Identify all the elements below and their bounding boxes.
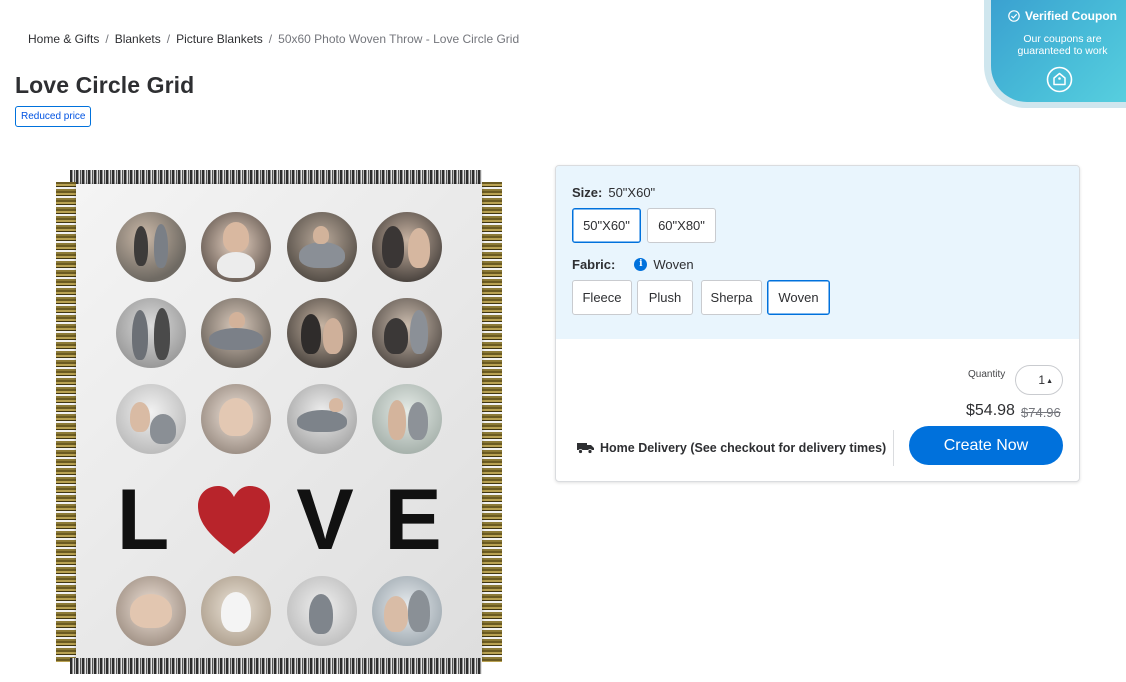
divider (893, 430, 894, 466)
info-icon[interactable]: i (634, 258, 648, 271)
quantity-stepper[interactable]: 1▲ (1015, 365, 1063, 395)
size-option-50x60[interactable]: 50"X60" (572, 208, 641, 243)
love-letter-e: E (384, 472, 442, 568)
photo-row (116, 212, 442, 282)
love-letter-v: V (296, 472, 354, 568)
caret-up-icon: ▲ (1046, 378, 1053, 385)
family-photo-circle (201, 298, 272, 368)
fabric-label: Fabric: (572, 257, 616, 272)
coupon-tag-icon (1046, 66, 1073, 93)
breadcrumb-item-home-gifts[interactable]: Home & Gifts (28, 32, 99, 46)
family-photo-circle (201, 576, 272, 646)
family-photo-circle (116, 212, 186, 282)
breadcrumb-separator: / (268, 32, 273, 46)
blanket-fringe-bottom (70, 658, 482, 674)
breadcrumb-separator: / (166, 32, 171, 46)
product-config-panel: Size: 50"X60" 50"X60" 60"X80" Fabric: i W… (555, 165, 1080, 482)
photo-row (116, 384, 442, 454)
family-photo-circle (116, 298, 186, 368)
reduced-price-badge: Reduced price (15, 106, 92, 127)
fabric-option-sherpa[interactable]: Sherpa (701, 280, 762, 315)
size-option-60x80[interactable]: 60"X80" (647, 208, 716, 243)
fabric-option-woven[interactable]: Woven (767, 280, 830, 315)
create-now-button[interactable]: Create Now (909, 426, 1063, 465)
family-photo-circle (201, 384, 272, 454)
breadcrumb-current: 50x60 Photo Woven Throw - Love Circle Gr… (278, 32, 520, 46)
family-photo-circle (371, 212, 442, 282)
family-photo-circle (286, 384, 357, 454)
love-word: L V E (108, 472, 448, 568)
photo-row (116, 576, 442, 646)
breadcrumb: Home & Gifts / Blankets / Picture Blankets / 5… (28, 32, 519, 46)
truck-icon (577, 443, 594, 454)
family-photo-circle (371, 298, 442, 368)
fabric-label-row: Fabric: i Woven (572, 257, 694, 272)
size-selected-value: 50"X60" (608, 185, 656, 200)
delivery-text: Home Delivery (See checkout for delivery… (600, 441, 887, 455)
family-photo-circle (116, 576, 186, 646)
family-photo-circle (116, 384, 186, 454)
quantity-value: 1 (1038, 373, 1046, 387)
family-photo-circle (201, 212, 272, 282)
coupon-title-row: Verified Coupon (991, 9, 1126, 23)
blanket-fringe-right (482, 182, 502, 662)
coupon-subtitle: Our coupons are guaranteed to work (1017, 33, 1108, 57)
coupon-title: Verified Coupon (1024, 9, 1117, 23)
photo-row (116, 298, 442, 368)
size-label: Size: (572, 185, 603, 200)
heart-icon (198, 486, 270, 554)
original-price: $74.96 (1021, 405, 1061, 420)
breadcrumb-separator: / (105, 32, 109, 46)
blanket-fringe-left (56, 182, 76, 662)
check-circle-icon (1008, 10, 1020, 22)
coupon-panel: Verified Coupon Our coupons are guarante… (991, 0, 1126, 102)
family-photo-circle (286, 576, 357, 646)
breadcrumb-item-picture-blankets[interactable]: Picture Blankets (176, 32, 263, 46)
current-price: $54.98 (966, 402, 1015, 419)
fabric-selected-value: Woven (653, 257, 694, 272)
fabric-option-plush[interactable]: Plush (637, 280, 693, 315)
verified-coupon-badge[interactable]: Verified Coupon Our coupons are guarante… (984, 0, 1126, 108)
breadcrumb-item-blankets[interactable]: Blankets (115, 32, 161, 46)
home-delivery-info: Home Delivery (See checkout for delivery… (577, 441, 886, 455)
quantity-label: Quantity (968, 369, 1006, 380)
photo-grid (116, 212, 442, 470)
family-photo-circle (286, 212, 357, 282)
product-image[interactable]: L V E (56, 168, 502, 676)
family-photo-circle (286, 298, 357, 368)
blanket-surface: L V E (76, 184, 482, 660)
love-letter-l: L (116, 472, 170, 568)
size-label-row: Size: 50"X60" (572, 185, 655, 200)
options-area: Size: 50"X60" 50"X60" 60"X80" Fabric: i W… (556, 166, 1079, 339)
family-photo-circle (371, 576, 442, 646)
family-photo-circle (371, 384, 442, 454)
fabric-option-fleece[interactable]: Fleece (572, 280, 632, 315)
page-title: Love Circle Grid (15, 72, 195, 98)
